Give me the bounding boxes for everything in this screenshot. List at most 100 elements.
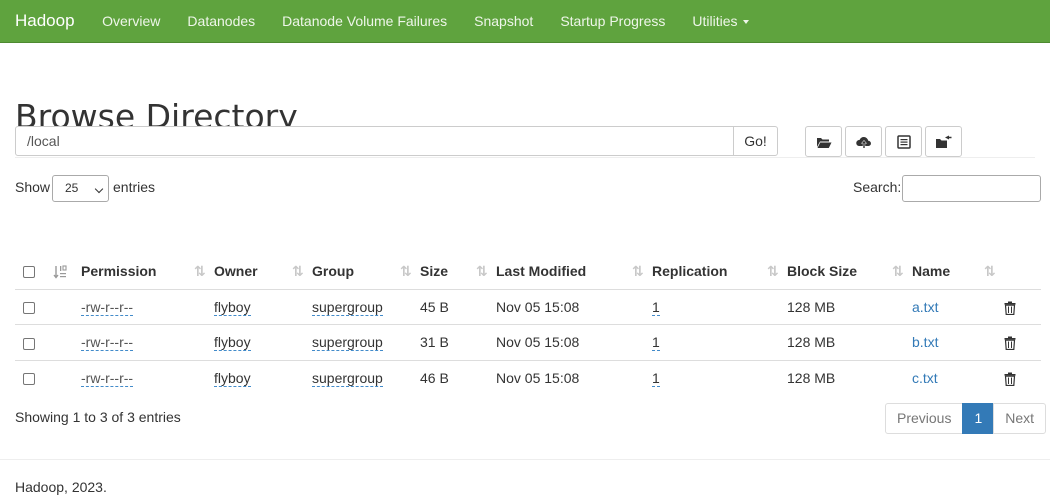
chevron-down-icon [94, 184, 104, 194]
cloud-upload-icon [855, 136, 871, 148]
sort-icon: ⇅ [476, 263, 488, 279]
header-size[interactable]: Size ⇅ [420, 253, 496, 290]
header-replication[interactable]: Replication ⇅ [652, 253, 787, 290]
header-group[interactable]: Group ⇅ [312, 253, 420, 290]
cell-block-size: 128 MB [787, 324, 912, 360]
header-replication-label: Replication [652, 262, 728, 279]
header-name[interactable]: Name ⇅ [912, 253, 1004, 290]
replication-value[interactable]: 1 [652, 298, 660, 316]
owner-value[interactable]: flyboy [214, 334, 251, 352]
cell-permission[interactable]: -rw-r--r-- [81, 324, 214, 360]
group-value[interactable]: supergroup [312, 298, 383, 316]
entries-select[interactable]: 25 [52, 175, 109, 202]
header-group-label: Group [312, 262, 354, 279]
header-owner[interactable]: Owner ⇅ [214, 253, 312, 290]
cell-delete [1004, 324, 1041, 360]
sort-icon: ⇅ [984, 263, 996, 279]
file-link[interactable]: b.txt [912, 334, 938, 350]
nav-utilities[interactable]: Utilities [679, 13, 762, 29]
header-owner-label: Owner [214, 262, 258, 279]
go-button[interactable]: Go! [733, 126, 778, 156]
cell-replication: 1 [652, 288, 787, 325]
group-value[interactable]: supergroup [312, 334, 383, 352]
row-checkbox-cell [15, 288, 48, 325]
replication-value[interactable]: 1 [652, 334, 660, 352]
cell-owner: flyboy [214, 288, 312, 325]
previous-page-button[interactable]: Previous [885, 403, 964, 434]
permission-value[interactable]: -rw-r--r-- [81, 298, 134, 316]
file-link[interactable]: a.txt [912, 299, 938, 315]
replication-value[interactable]: 1 [652, 370, 660, 387]
header-last-modified[interactable]: Last Modified ⇅ [496, 253, 652, 290]
header-last-modified-label: Last Modified [496, 262, 587, 279]
select-all-checkbox[interactable] [23, 266, 35, 279]
folder-move-icon [936, 135, 952, 148]
pagination: Previous 1 Next [885, 403, 1047, 434]
path-input[interactable] [15, 126, 734, 156]
table-row: -rw-r--r-- flyboy supergroup 31 B Nov 05… [15, 324, 1041, 360]
navbar: Hadoop Overview Datanodes Datanode Volum… [0, 0, 1050, 43]
owner-value[interactable]: flyboy [214, 298, 251, 316]
cell-size: 46 B [420, 359, 496, 396]
table-info: Showing 1 to 3 of 3 entries [15, 409, 181, 425]
permission-value[interactable]: -rw-r--r-- [81, 334, 134, 352]
cell-replication: 1 [652, 324, 787, 360]
nav-startup-progress[interactable]: Startup Progress [547, 13, 679, 29]
file-table: Permission ⇅ Owner ⇅ Group ⇅ Size ⇅ Last Mod… [15, 253, 1041, 396]
cell-last-modified: Nov 05 15:08 [496, 324, 652, 360]
header-block-size[interactable]: Block Size ⇅ [787, 253, 912, 290]
table-controls: Show 25 entries Search: [15, 175, 1041, 203]
cell-permission[interactable]: -rw-r--r-- [81, 359, 214, 396]
cell-delete [1004, 288, 1041, 325]
nav-overview[interactable]: Overview [89, 13, 174, 29]
trash-icon[interactable] [1004, 301, 1016, 315]
page-1-button[interactable]: 1 [962, 403, 995, 434]
sort-header[interactable] [48, 253, 81, 290]
cell-permission[interactable]: -rw-r--r-- [81, 288, 214, 325]
cell-size: 45 B [420, 288, 496, 325]
move-button[interactable] [925, 126, 962, 157]
nav-datanode-volume-failures[interactable]: Datanode Volume Failures [269, 13, 461, 29]
search-input[interactable] [902, 175, 1041, 202]
folder-open-icon [816, 137, 831, 148]
sort-icon: ⇅ [194, 263, 206, 279]
create-directory-button[interactable] [805, 126, 842, 157]
select-all-header [15, 253, 48, 290]
cut-paste-button[interactable] [885, 126, 922, 157]
row-checkbox[interactable] [23, 302, 35, 315]
cell-last-modified: Nov 05 15:08 [496, 359, 652, 396]
search-label: Search: [853, 179, 902, 195]
header-permission[interactable]: Permission ⇅ [81, 253, 214, 290]
table-row: -rw-r--r-- flyboy supergroup 45 B Nov 05… [15, 288, 1041, 325]
group-value[interactable]: supergroup [312, 370, 383, 387]
permission-value[interactable]: -rw-r--r-- [81, 370, 134, 387]
cell-size: 31 B [420, 324, 496, 360]
nav-datanodes[interactable]: Datanodes [174, 13, 269, 29]
cell-name: a.txt [912, 288, 1004, 325]
nav-utilities-label: Utilities [692, 13, 738, 29]
header-name-label: Name [912, 262, 951, 279]
sort-icon: ⇅ [632, 263, 644, 279]
footer-text: Hadoop, 2023. [15, 479, 107, 495]
cell-group: supergroup [312, 324, 420, 360]
list-alt-icon [896, 134, 911, 149]
next-page-button[interactable]: Next [993, 403, 1047, 434]
nav-snapshot[interactable]: Snapshot [461, 13, 547, 29]
trash-icon[interactable] [1004, 372, 1016, 387]
row-spacer [48, 324, 81, 360]
table-row: -rw-r--r-- flyboy supergroup 46 B Nov 05… [15, 359, 1041, 396]
entries-select-value: 25 [65, 181, 79, 195]
header-actions [1004, 253, 1041, 290]
entries-label: entries [113, 179, 156, 195]
cell-block-size: 128 MB [787, 288, 912, 325]
row-spacer [48, 288, 81, 325]
row-checkbox[interactable] [23, 337, 35, 350]
row-checkbox[interactable] [23, 373, 35, 386]
owner-value[interactable]: flyboy [214, 370, 251, 387]
sort-icon: ⇅ [400, 263, 412, 279]
file-link[interactable]: c.txt [912, 370, 938, 386]
trash-icon[interactable] [1004, 336, 1016, 351]
table-header-row: Permission ⇅ Owner ⇅ Group ⇅ Size ⇅ Last Mod… [15, 253, 1041, 290]
upload-button[interactable] [845, 126, 882, 157]
brand[interactable]: Hadoop [15, 11, 75, 31]
